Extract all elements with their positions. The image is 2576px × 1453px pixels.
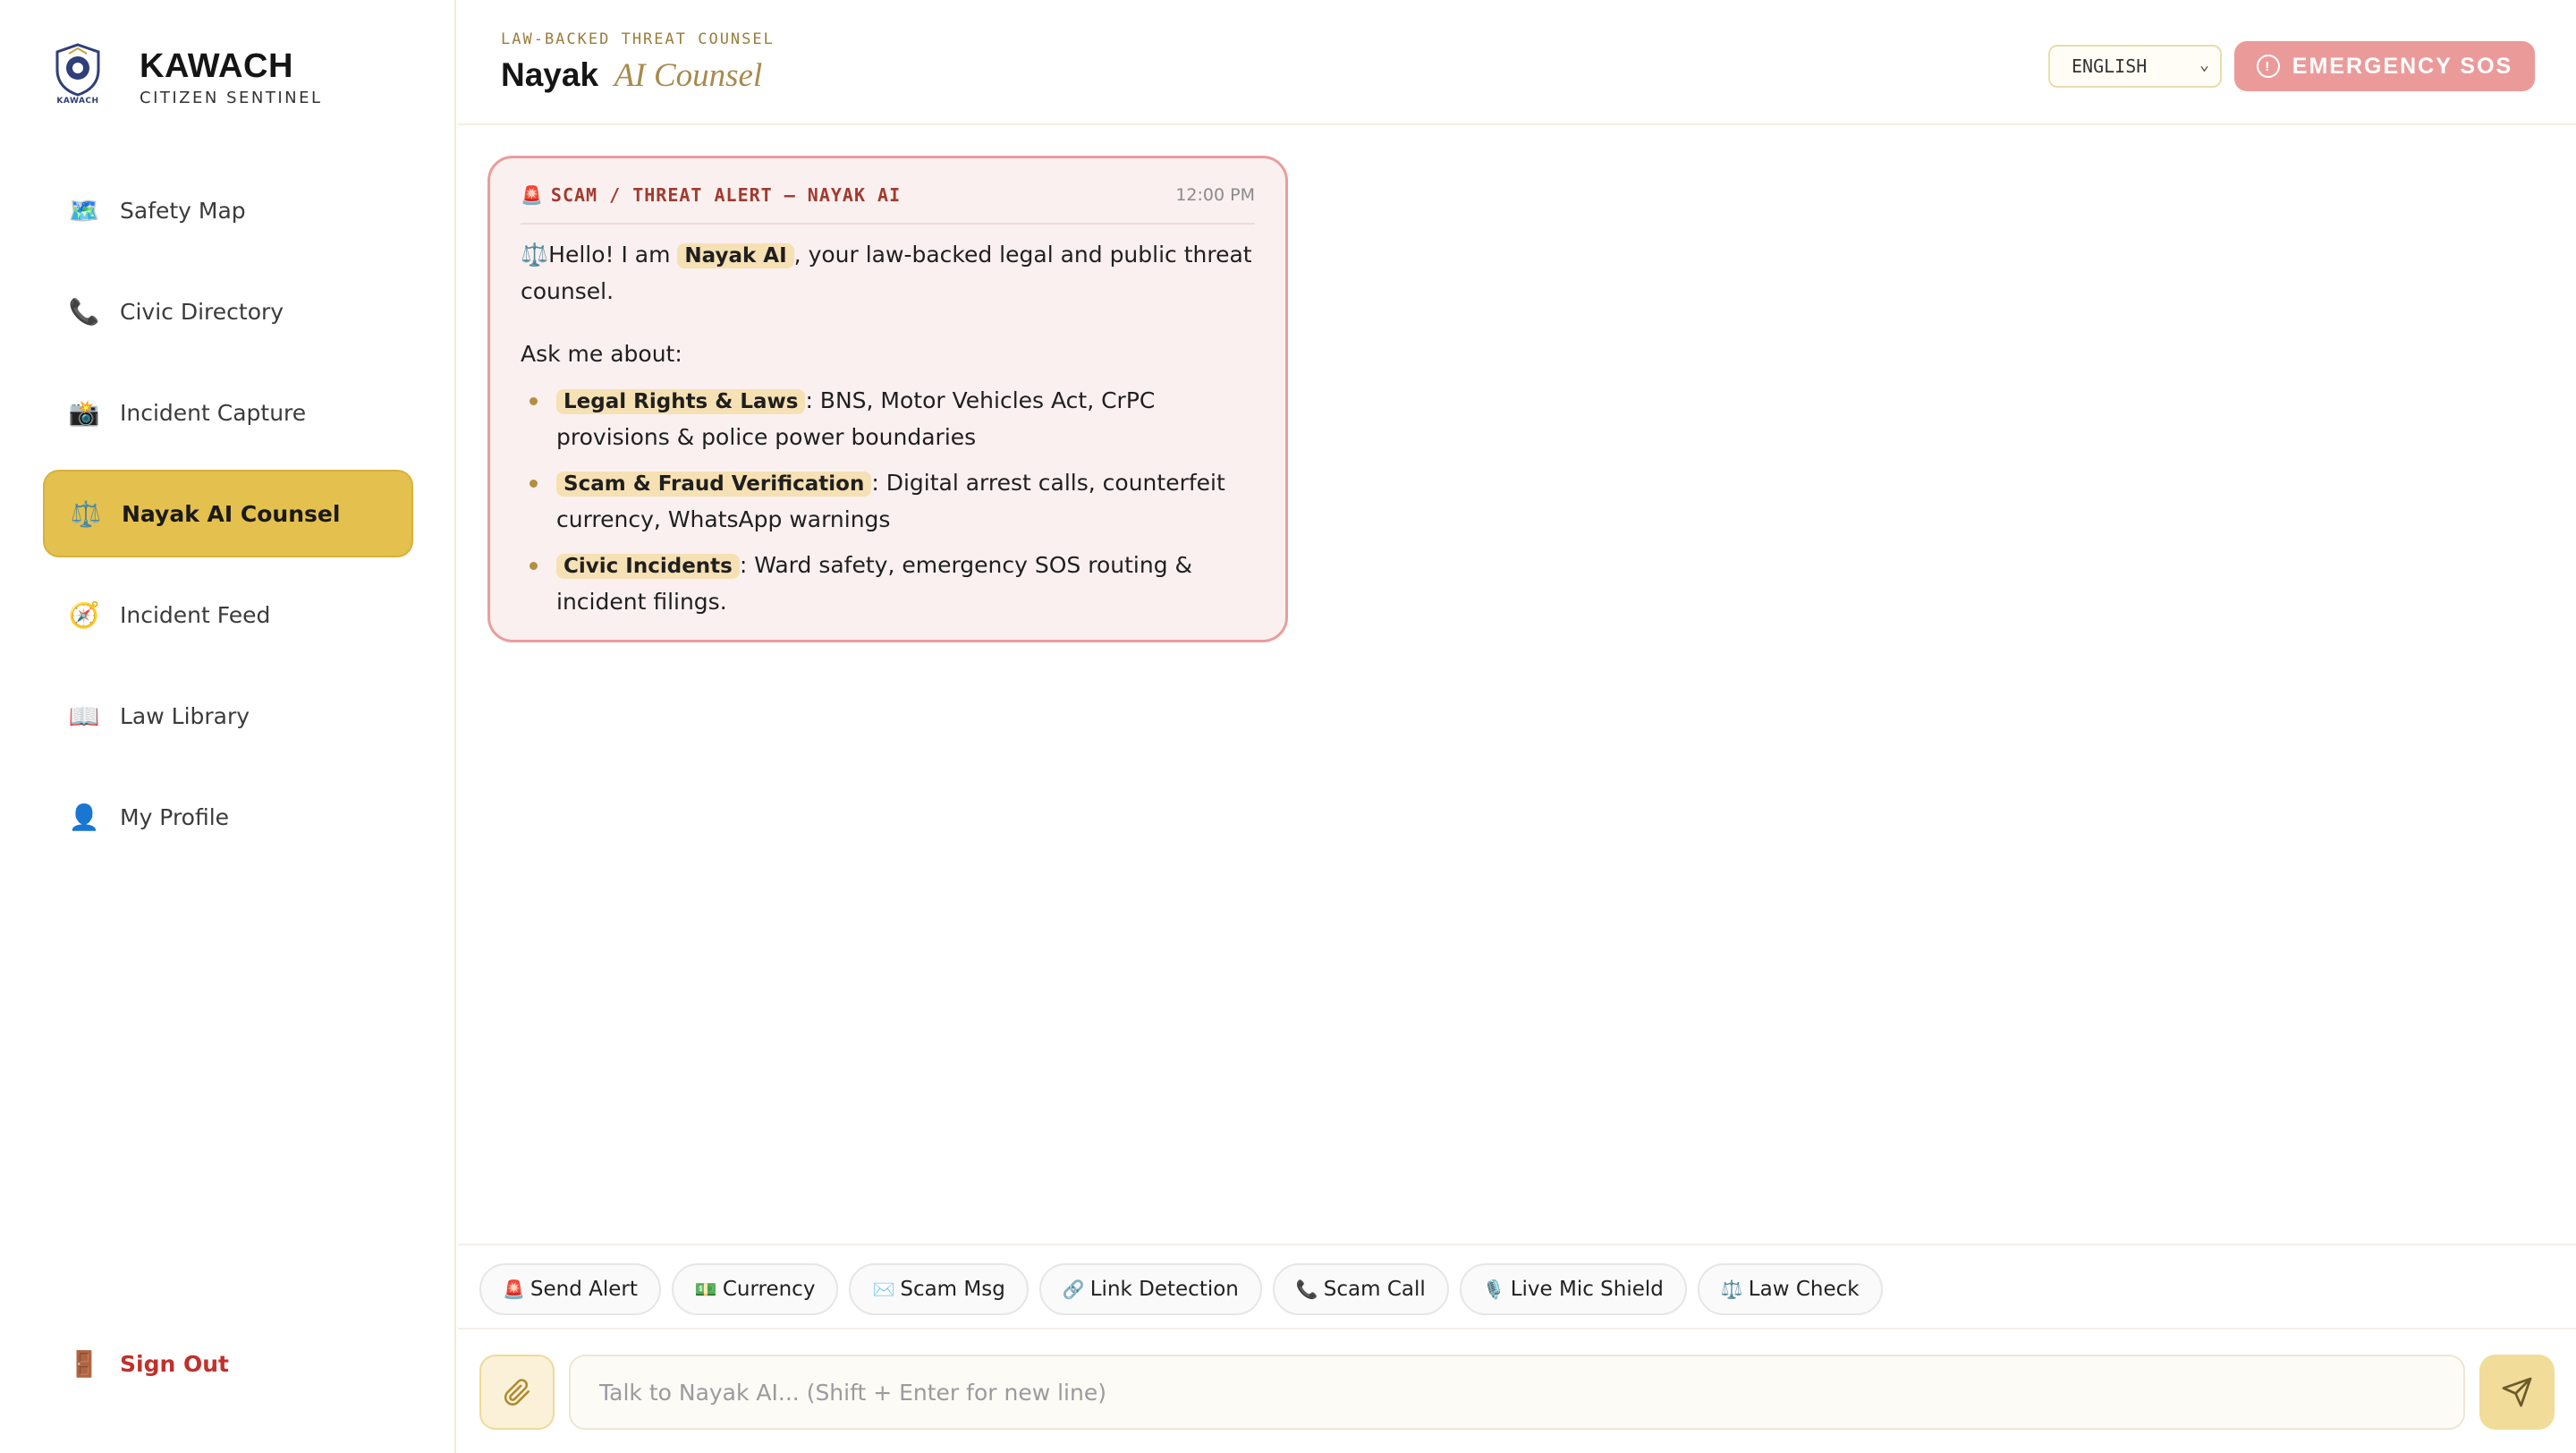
topic-chip: Legal Rights & Laws [556,389,806,414]
compass-icon: 🧭 [68,599,100,630]
list-item: Legal Rights & Laws: BNS, Motor Vehicles… [521,383,1255,455]
sidebar-item-nayak-ai-counsel[interactable]: ⚖️ Nayak AI Counsel [43,470,413,557]
quick-action-link-detection[interactable]: 🔗 Link Detection [1038,1263,1262,1315]
message-tag-text: SCAM / THREAT ALERT — NAYAK AI [550,184,902,206]
language-select[interactable]: ENGLISH ⌄ [2048,45,2222,88]
quick-action-scam-msg[interactable]: ✉️ Scam Msg [849,1263,1029,1315]
logo-caption: KAWACH [56,97,99,106]
phone-icon: 📞 [1295,1279,1318,1300]
chat-input[interactable] [569,1355,2465,1430]
send-icon [2502,1377,2532,1407]
sidebar-item-label: Civic Directory [120,298,284,325]
sidebar: KAWACH KAWACH CITIZEN SENTINEL 🗺️ Safety… [0,0,456,1453]
assistant-message-card: 🚨 SCAM / THREAT ALERT — NAYAK AI 12:00 PM… [487,156,1288,642]
sidebar-item-safety-map[interactable]: 🗺️ Safety Map [43,166,413,254]
page-eyebrow: LAW-BACKED THREAT COUNSEL [501,30,775,48]
siren-icon: 🚨 [521,184,544,206]
sidebar-item-label: Law Library [120,702,250,729]
banknote-icon: 💵 [694,1279,717,1300]
message-header: 🚨 SCAM / THREAT ALERT — NAYAK AI 12:00 PM [521,158,1255,225]
scales-icon: ⚖️ [1720,1279,1743,1300]
topic-list: Legal Rights & Laws: BNS, Motor Vehicles… [521,383,1255,620]
quick-action-scam-call[interactable]: 📞 Scam Call [1272,1263,1449,1315]
brand-subtitle: CITIZEN SENTINEL [140,88,323,107]
message-body: ⚖️Hello! I am Nayak AI, your law-backed … [521,225,1255,620]
siren-icon: 🚨 [503,1279,525,1300]
alert-circle-icon: ! [2256,55,2280,78]
send-button[interactable] [2479,1355,2555,1430]
sidebar-item-label: Nayak AI Counsel [122,500,341,527]
sidebar-item-label: Safety Map [120,197,246,224]
page-title-main: Nayak [501,56,599,93]
sos-label: EMERGENCY SOS [2292,53,2513,79]
sign-out-label: Sign Out [120,1351,229,1377]
phone-icon: 📞 [68,296,100,327]
page-title: Nayak AI Counsel [501,55,762,95]
list-item: Scam & Fraud Verification: Digital arres… [521,465,1255,538]
greeting-line: ⚖️Hello! I am Nayak AI, your law-backed … [521,237,1255,310]
quick-action-label: Scam Msg [900,1278,1005,1301]
quick-action-label: Currency [722,1278,816,1301]
quick-action-label: Live Mic Shield [1510,1278,1664,1301]
message-tag: 🚨 SCAM / THREAT ALERT — NAYAK AI [521,184,901,206]
brand[interactable]: KAWACH KAWACH CITIZEN SENTINEL [54,43,323,111]
ask-prompt: Ask me about: [521,341,682,367]
scales-icon: ⚖️ [521,242,549,268]
book-icon: 📖 [68,701,100,731]
kawach-logo: KAWACH [54,43,102,111]
user-icon: 👤 [68,802,100,832]
greeting-pre: Hello! I am [548,242,671,268]
sidebar-item-label: Incident Capture [120,399,307,426]
sign-out-button[interactable]: 🚪 Sign Out [68,1349,229,1379]
page-header: LAW-BACKED THREAT COUNSEL Nayak AI Couns… [458,0,2576,125]
sidebar-item-my-profile[interactable]: 👤 My Profile [43,773,413,861]
topic-chip: Civic Incidents [556,554,740,579]
list-item: Civic Incidents: Ward safety, emergency … [521,548,1255,620]
envelope-icon: ✉️ [872,1279,895,1300]
page-title-accent: AI Counsel [614,57,763,94]
link-icon: 🔗 [1062,1279,1085,1300]
map-icon: 🗺️ [68,195,100,225]
sidebar-item-incident-capture[interactable]: 📸 Incident Capture [43,369,413,456]
sidebar-item-civic-directory[interactable]: 📞 Civic Directory [43,268,413,355]
quick-action-label: Send Alert [530,1278,638,1301]
sidebar-item-law-library[interactable]: 📖 Law Library [43,672,413,760]
paperclip-icon [504,1379,530,1406]
sidebar-item-label: My Profile [120,803,230,830]
quick-action-law-check[interactable]: ⚖️ Law Check [1697,1263,1883,1315]
quick-actions-bar: 🚨 Send Alert 💵 Currency ✉️ Scam Msg 🔗 Link D… [458,1244,2576,1330]
microphone-icon: 🎙️ [1482,1279,1505,1300]
brand-title: KAWACH [140,47,293,85]
message-timestamp: 12:00 PM [1175,185,1255,205]
chevron-down-icon: ⌄ [2199,55,2209,74]
sidebar-item-incident-feed[interactable]: 🧭 Incident Feed [43,571,413,659]
door-icon: 🚪 [68,1349,100,1379]
topic-chip: Scam & Fraud Verification [556,472,872,497]
camera-icon: 📸 [68,397,100,428]
quick-action-label: Law Check [1748,1278,1860,1301]
quick-action-currency[interactable]: 💵 Currency [671,1263,839,1315]
sidebar-nav: 🗺️ Safety Map 📞 Civic Directory 📸 Incide… [43,166,413,874]
quick-action-send-alert[interactable]: 🚨 Send Alert [479,1263,661,1315]
language-value: ENGLISH [2072,55,2148,77]
attach-button[interactable] [479,1355,555,1430]
assistant-name-chip: Nayak AI [677,243,794,268]
emergency-sos-button[interactable]: ! EMERGENCY SOS [2234,41,2535,91]
quick-action-live-mic-shield[interactable]: 🎙️ Live Mic Shield [1459,1263,1687,1315]
quick-action-label: Scam Call [1323,1278,1426,1301]
scales-icon: ⚖️ [70,498,102,529]
sidebar-item-label: Incident Feed [120,601,271,628]
shield-emblem-icon [55,43,100,97]
quick-action-label: Link Detection [1089,1278,1239,1301]
